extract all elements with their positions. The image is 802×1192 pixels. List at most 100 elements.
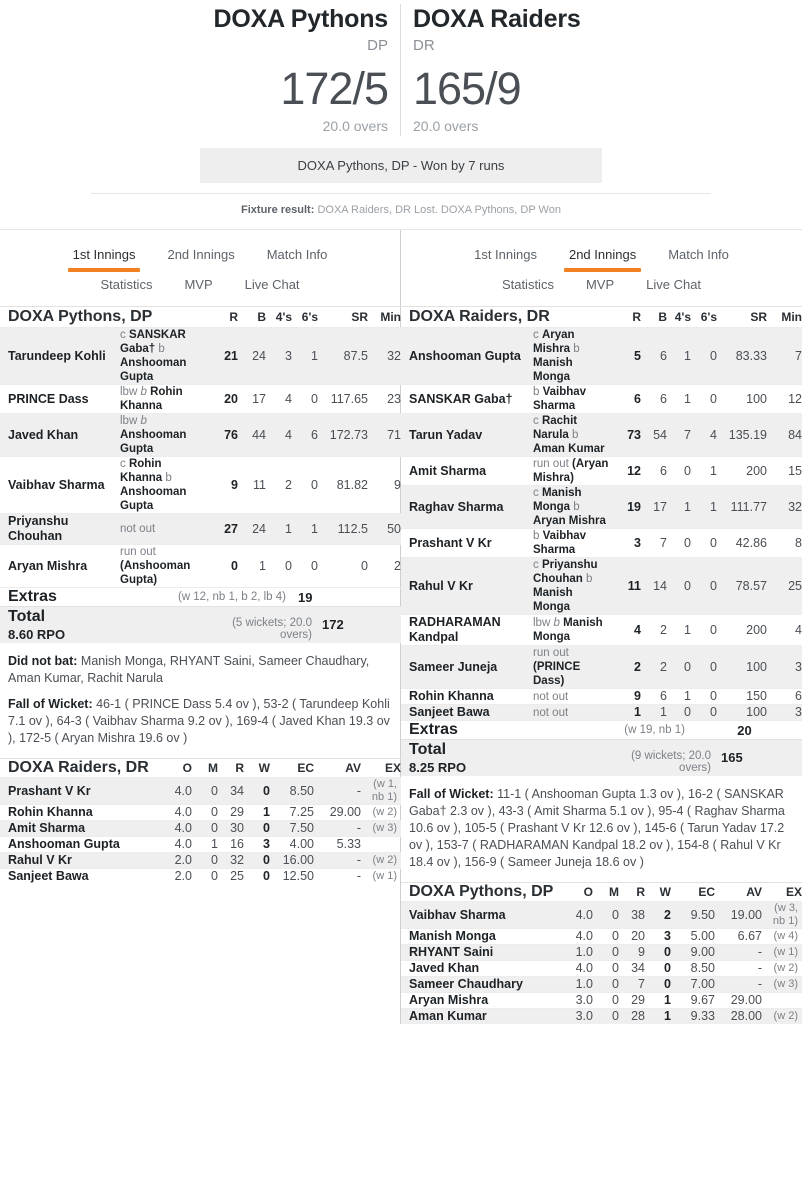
col-balls: B <box>238 306 266 328</box>
right-extras-row: Extras (w 19, nb 1) 20 <box>401 720 802 740</box>
average-value: 6.67 <box>715 928 762 945</box>
right-batting-title: DOXA Raiders, DR <box>401 306 615 328</box>
overs-value: 1.0 <box>561 976 593 993</box>
bowler-name: Sameer Chaudhary <box>401 976 561 993</box>
balls-value: 1 <box>641 704 667 721</box>
left-tab-match-info[interactable]: Match Info <box>255 240 340 268</box>
left-fall-of-wicket: Fall of Wicket: 46-1 ( PRINCE Dass 5.4 o… <box>8 696 392 747</box>
maidens-value: 0 <box>593 1008 619 1024</box>
sixes-value: 0 <box>691 327 717 385</box>
overs-value: 4.0 <box>160 820 192 837</box>
right-fow-label: Fall of Wicket: <box>409 787 494 801</box>
minutes-value: 7 <box>767 327 802 385</box>
fours-value: 2 <box>266 456 292 514</box>
overs-value: 4.0 <box>160 804 192 821</box>
right-bowling-table: DOXA Pythons, DP O M R W EC AV EX Vaibha… <box>401 882 802 1024</box>
right-tab-statistics[interactable]: Statistics <box>490 270 566 298</box>
maidens-value: 0 <box>593 901 619 929</box>
table-row: Manish Monga 4.0 0 20 3 5.00 6.67 (w 4) <box>401 928 802 945</box>
fixture-result-text: Fixture result: DOXA Raiders, DR Lost. D… <box>91 203 711 227</box>
table-row: Aryan Mishra 3.0 0 29 1 9.67 29.00 <box>401 992 802 1009</box>
runs-value: 20 <box>210 384 238 414</box>
fours-value: 1 <box>667 485 691 529</box>
right-total-value: 165 <box>717 739 802 776</box>
balls-value: 6 <box>641 456 667 486</box>
home-team-name: DOXA Pythons <box>213 5 389 33</box>
fours-value: 0 <box>667 456 691 486</box>
right-tab-2nd-innings[interactable]: 2nd Innings <box>557 240 648 272</box>
dismissal-info: b Vaibhav Sharma <box>531 528 615 558</box>
right-batting-header: DOXA Raiders, DR R B 4's 6's SR Min <box>401 306 802 328</box>
right-tab-mvp[interactable]: MVP <box>574 270 626 298</box>
bowler-name: Rohin Khanna <box>0 804 160 821</box>
col-fours: 4's <box>266 306 292 328</box>
balls-value: 44 <box>238 413 266 457</box>
runs-value: 9 <box>210 456 238 514</box>
economy-value: 16.00 <box>270 852 314 869</box>
sixes-value: 6 <box>292 413 318 457</box>
strike-rate-value: 200 <box>717 456 767 486</box>
economy-value: 8.50 <box>270 777 314 805</box>
right-tabs-row-primary: 1st Innings 2nd Innings Match Info <box>401 230 802 272</box>
bowl-extras-value: (w 3, nb 1) <box>762 901 802 929</box>
fours-value: 0 <box>667 557 691 615</box>
maidens-value: 0 <box>192 868 218 884</box>
balls-value: 6 <box>641 688 667 705</box>
right-tab-1st-innings[interactable]: 1st Innings <box>462 240 549 268</box>
col-minutes: Min <box>767 306 802 328</box>
table-row: Aman Kumar 3.0 0 28 1 9.33 28.00 (w 2) <box>401 1008 802 1024</box>
left-tab-live-chat[interactable]: Live Chat <box>233 270 312 298</box>
sixes-value: 0 <box>691 704 717 721</box>
bowler-name: Aryan Mishra <box>401 992 561 1009</box>
minutes-value: 12 <box>767 384 802 414</box>
sixes-value: 0 <box>691 645 717 689</box>
fours-value: 7 <box>667 413 691 457</box>
bowl-extras-value: (w 1) <box>762 944 802 961</box>
average-value: 29.00 <box>314 804 361 821</box>
col-extras: EX <box>762 882 802 902</box>
overs-value: 2.0 <box>160 852 192 869</box>
left-tab-statistics[interactable]: Statistics <box>88 270 164 298</box>
left-tab-mvp[interactable]: MVP <box>172 270 224 298</box>
average-value: 29.00 <box>715 992 762 1009</box>
minutes-value: 2 <box>368 544 401 588</box>
runs-value: 21 <box>210 327 238 385</box>
batsman-name: SANSKAR Gaba† <box>401 384 531 414</box>
dismissal-info: not out <box>531 704 615 721</box>
right-fall-of-wicket: Fall of Wicket: 11-1 ( Anshooman Gupta 1… <box>409 786 794 871</box>
sixes-value: 0 <box>691 528 717 558</box>
wickets-value: 3 <box>645 928 671 945</box>
bowler-name: Aman Kumar <box>401 1008 561 1024</box>
col-economy: EC <box>270 758 314 778</box>
batsman-name: Rahul V Kr <box>401 557 531 615</box>
right-bowling-header: DOXA Pythons, DP O M R W EC AV EX <box>401 882 802 902</box>
away-team-score: 165/9 <box>413 63 522 114</box>
overs-value: 3.0 <box>561 992 593 1009</box>
batsman-name: Sanjeet Bawa <box>401 704 531 721</box>
economy-value: 9.33 <box>671 1008 715 1024</box>
table-row: Amit Sharma run out (Aryan Mishra) 12 6 0 1 20… <box>401 456 802 486</box>
left-tab-2nd-innings[interactable]: 2nd Innings <box>155 240 246 268</box>
table-row: Priyanshu Chouhan not out 27 24 1 1 112.5 50 <box>0 513 401 545</box>
average-value: - <box>314 852 361 869</box>
right-bowling-title: DOXA Pythons, DP <box>401 882 561 902</box>
bowl-runs-value: 34 <box>218 777 244 805</box>
fours-value: 4 <box>266 413 292 457</box>
strike-rate-value: 117.65 <box>318 384 368 414</box>
right-tab-match-info[interactable]: Match Info <box>656 240 741 268</box>
right-tab-live-chat[interactable]: Live Chat <box>634 270 713 298</box>
left-tab-1st-innings[interactable]: 1st Innings <box>61 240 148 272</box>
wickets-value: 0 <box>244 777 270 805</box>
runs-value: 5 <box>615 327 641 385</box>
left-batting-title: DOXA Pythons, DP <box>0 306 210 328</box>
runs-value: 1 <box>615 704 641 721</box>
maidens-value: 0 <box>192 777 218 805</box>
dismissal-info: run out (Aryan Mishra) <box>531 456 615 486</box>
maidens-value: 0 <box>192 852 218 869</box>
balls-value: 11 <box>238 456 266 514</box>
wickets-value: 0 <box>645 960 671 977</box>
dismissal-info: lbw b Anshooman Gupta <box>118 413 210 457</box>
overs-value: 4.0 <box>561 928 593 945</box>
economy-value: 12.50 <box>270 868 314 884</box>
strike-rate-value: 78.57 <box>717 557 767 615</box>
